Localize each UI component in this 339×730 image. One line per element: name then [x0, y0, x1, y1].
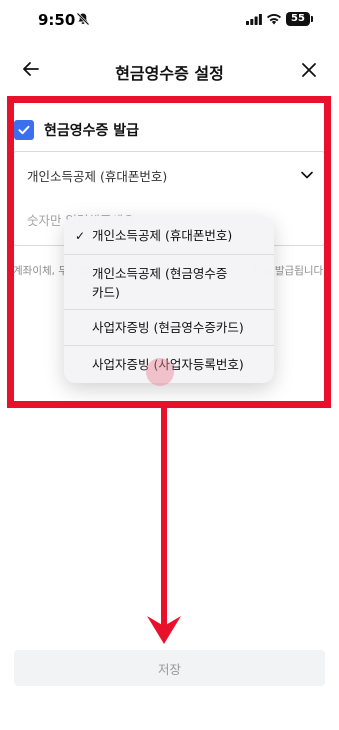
dropdown-option-label: 개인소득공제 (현금영수증 카드)	[92, 266, 228, 300]
check-icon: ✓	[75, 229, 86, 243]
dropdown-option-personal-phone[interactable]: ✓ 개인소득공제 (휴대폰번호)	[64, 216, 274, 255]
checkmark-icon	[18, 125, 30, 135]
receipt-type-dropdown-menu: ✓ 개인소득공제 (휴대폰번호) 개인소득공제 (현금영수증 카드) 사업자증빙 …	[64, 216, 274, 383]
wifi-icon	[267, 14, 281, 25]
nav-bar: 현금영수증 설정	[0, 48, 339, 92]
battery-icon: 55	[286, 12, 313, 26]
close-icon[interactable]	[298, 59, 320, 81]
dropdown-option-label: 개인소득공제 (휴대폰번호)	[92, 228, 233, 243]
receipt-checkbox[interactable]	[14, 120, 34, 140]
receipt-type-select-value: 개인소득공제 (휴대폰번호)	[27, 169, 168, 184]
status-time: 9:50	[38, 11, 76, 29]
bell-slash-icon	[76, 12, 90, 26]
receipt-checkbox-row[interactable]: 현금영수증 발급	[14, 118, 139, 142]
signal-icon	[246, 14, 262, 25]
page-title: 현금영수증 설정	[115, 64, 224, 83]
dropdown-option-label: 사업자증빙 (현금영수증카드)	[92, 320, 244, 335]
receipt-type-select[interactable]: 개인소득공제 (휴대폰번호)	[13, 151, 325, 197]
dropdown-option-business-card[interactable]: 사업자증빙 (현금영수증카드)	[64, 310, 274, 346]
annotation-arrow-icon	[147, 408, 181, 644]
status-bar: 9:50 55	[0, 0, 339, 44]
receipt-checkbox-label: 현금영수증 발급	[44, 123, 140, 139]
chevron-down-icon	[301, 171, 313, 179]
dropdown-option-personal-card[interactable]: 개인소득공제 (현금영수증 카드)	[64, 255, 274, 310]
touch-indicator	[146, 358, 174, 386]
save-button[interactable]: 저장	[14, 650, 325, 686]
